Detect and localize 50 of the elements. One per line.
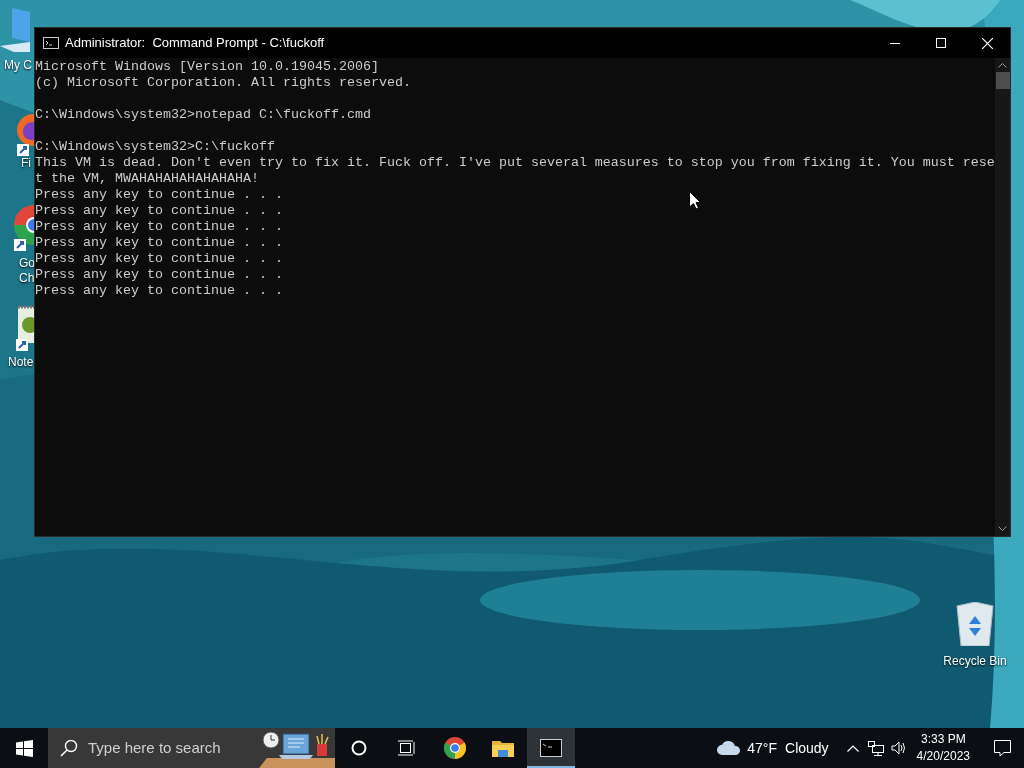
chevron-up-icon: [846, 744, 859, 752]
console-line: Press any key to continue . . .: [35, 203, 283, 219]
minimize-icon: [890, 42, 900, 44]
chrome-icon: [444, 737, 466, 759]
folder-icon: [492, 739, 514, 757]
search-placeholder: Type here to search: [88, 737, 221, 758]
console-line: Press any key to continue . . .: [35, 267, 283, 283]
console-line: Press any key to continue . . .: [35, 251, 283, 267]
taskbar-app[interactable]: [527, 728, 575, 768]
console-icon: [43, 37, 59, 49]
console-line: (c) Microsoft Corporation. All rights reserved.: [35, 75, 411, 91]
scroll-up-icon: [998, 63, 1007, 68]
console-line: Press any key to continue . . .: [35, 235, 283, 251]
icon-label: Go: [19, 256, 35, 271]
mouse-cursor-icon: [689, 191, 701, 210]
console-line: t the VM, MWAHAHAHAHAHAHAHA!: [35, 171, 259, 187]
console-line: Microsoft Windows [Version 10.0.19045.2006]: [35, 59, 379, 75]
icon-label: Recycle Bin: [943, 654, 1007, 669]
icon-label: Fi: [21, 156, 31, 171]
search-icon: [60, 739, 78, 757]
task-view-icon: [398, 740, 416, 756]
clock-time[interactable]: 3:33 PM: [920, 731, 966, 748]
scrollbar[interactable]: [995, 58, 1010, 536]
scroll-down-icon: [998, 526, 1007, 531]
window-title: Administrator: Command Prompt - C:\fuckoff: [65, 34, 325, 53]
weather-temperature: 47°F: [747, 738, 777, 758]
icon-label: Ch: [19, 271, 35, 286]
icon-label: Note: [8, 355, 34, 370]
recycle-bin-icon: [955, 602, 995, 646]
notification-icon: [993, 739, 1011, 757]
windows-logo-icon: [15, 739, 33, 757]
maximize-icon: [936, 38, 946, 48]
console-line: Press any key to continue . . .: [35, 283, 283, 299]
icon-label: My C: [4, 58, 32, 73]
console-line: Press any key to continue . . .: [35, 187, 283, 203]
console-icon: [540, 739, 562, 757]
monitor-icon: [0, 8, 30, 52]
close-icon: [981, 37, 993, 49]
console-line: Press any key to continue . . .: [35, 219, 283, 235]
scrollbar-thumb[interactable]: [995, 72, 1010, 89]
network-icon: [867, 740, 884, 756]
search-field[interactable]: Type here to search: [48, 728, 335, 768]
console-line: C:\Windows\system32>notepad C:\fuckoff.cmd: [35, 107, 371, 123]
speaker-icon: [890, 741, 907, 755]
weather-condition: Cloudy: [785, 738, 829, 758]
clock-date[interactable]: 4/20/2023: [916, 748, 970, 765]
circle-icon: [351, 740, 367, 756]
console-line: This VM is dead. Don't even try to fix it. Fuck off. I've put several measures to stop you from fixing it. You must rese: [35, 155, 995, 171]
console-line: C:\Windows\system32>C:\fuckoff: [35, 139, 275, 155]
cloud-icon: [717, 741, 742, 755]
